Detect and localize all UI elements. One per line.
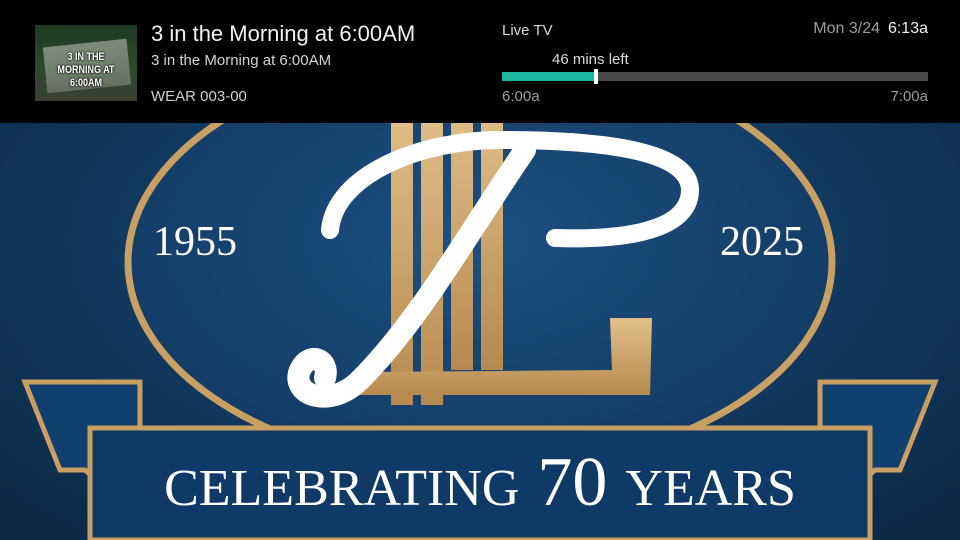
- program-thumbnail: 3 IN THE MORNING AT 6:00AM: [35, 25, 137, 101]
- progress-fill: [502, 72, 596, 81]
- channel-label: WEAR 003-00: [151, 88, 247, 105]
- program-start-time: 6:00a: [502, 88, 540, 105]
- current-time: 6:13a: [887, 20, 928, 37]
- program-subtitle: 3 in the Morning at 6:00AM: [151, 52, 332, 69]
- program-end-time: 7:00a: [890, 88, 928, 105]
- thumbnail-text-line-2: MORNING AT 6:00AM: [57, 64, 115, 89]
- live-tv-info-bar: 3 IN THE MORNING AT 6:00AM 3 in the Morn…: [0, 0, 960, 123]
- year-start-label: 1955: [153, 219, 237, 265]
- year-end-label: 2025: [720, 219, 804, 265]
- thumbnail-text-line-1: 3 IN THE: [67, 51, 105, 63]
- time-remaining-label: 46 mins left: [552, 51, 629, 68]
- live-tv-label: Live TV: [502, 22, 553, 39]
- program-title: 3 in the Morning at 6:00AM: [151, 21, 416, 46]
- program-progress-bar[interactable]: [502, 69, 928, 84]
- current-date: Mon 3/24: [813, 20, 880, 37]
- progress-handle[interactable]: [593, 69, 598, 84]
